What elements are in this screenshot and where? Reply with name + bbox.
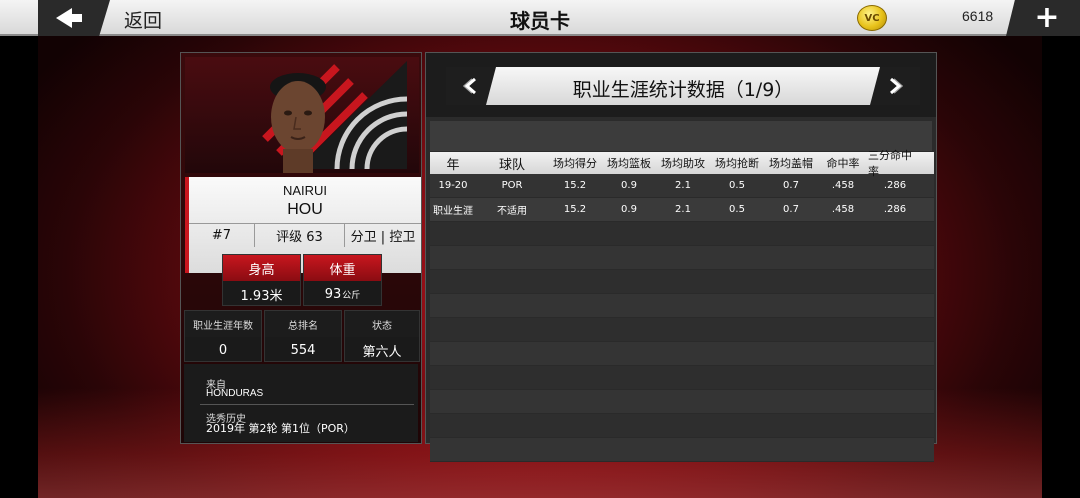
cell-fg-pct: .458 <box>831 180 855 191</box>
cell-3p-pct: .286 <box>883 180 907 191</box>
career-years-value: 0 <box>218 342 228 358</box>
empty-row <box>430 318 934 342</box>
col-fg-pct: 命中率 <box>826 157 860 170</box>
col-year: 年 <box>446 157 460 173</box>
player-portrait <box>185 57 419 173</box>
table-row: 19-20 POR 15.2 0.9 2.1 0.5 0.7 .458 .286 <box>430 174 934 198</box>
height-label: 身高 <box>223 255 300 281</box>
col-spg: 场均抢断 <box>715 157 759 170</box>
cell-bpg: 0.7 <box>783 180 799 191</box>
player-rating: 评级 63 <box>255 224 345 247</box>
vc-coin-icon: VC <box>857 5 887 31</box>
chevron-left-icon <box>462 77 476 95</box>
col-ppg: 场均得分 <box>553 157 597 170</box>
stats-title-bar: 职业生涯统计数据（1/9） <box>446 67 920 105</box>
status-value: 第六人 <box>362 344 402 360</box>
cell-team: 不适用 <box>497 206 527 217</box>
currency-amount: 6618 <box>962 8 994 24</box>
origin-value: HONDURAS <box>206 388 264 399</box>
empty-row <box>430 270 934 294</box>
cell-year: 职业生涯 <box>433 206 473 217</box>
stats-header: 职业生涯统计数据（1/9） <box>426 53 936 117</box>
cell-fg-pct: .458 <box>831 204 855 215</box>
weight-box: 体重 93 公斤 <box>303 254 382 306</box>
cell-year: 19-20 <box>438 180 468 191</box>
player-headshot <box>270 73 326 173</box>
page-title: 球员卡 <box>510 9 570 33</box>
overall-rank-value: 554 <box>290 342 316 358</box>
stats-table-header: 年 球队 场均得分 场均篮板 场均助攻 场均抢断 场均盖帽 命中率 三分命中率 <box>430 149 934 178</box>
player-info-row: #7 评级 63 分卫 | 控卫 <box>189 223 421 247</box>
cell-ppg: 15.2 <box>563 180 587 191</box>
col-3p-pct: 三分命中率 <box>868 149 912 178</box>
weight-unit: 公斤 <box>342 290 361 301</box>
stats-subbar <box>430 121 932 151</box>
draft-value: 2019年 第2轮 第1位（POR） <box>206 422 355 435</box>
status-label: 状态 <box>345 311 419 337</box>
top-bar: 返回 球员卡 VC 6618 + <box>0 0 1080 36</box>
table-row: 职业生涯 不适用 15.2 0.9 2.1 0.5 0.7 .458 .286 <box>430 198 934 222</box>
overall-rank-label: 总排名 <box>265 311 341 337</box>
weight-value: 93 公斤 <box>304 283 381 305</box>
empty-row <box>430 294 934 318</box>
status-box: 状态 第六人 <box>344 310 420 362</box>
player-last-name: HOU <box>287 201 323 218</box>
empty-row <box>430 438 934 462</box>
player-position: 分卫 | 控卫 <box>350 230 416 245</box>
empty-row <box>430 414 934 438</box>
cell-spg: 0.5 <box>729 204 745 215</box>
weight-number: 93 <box>324 286 342 302</box>
player-first-name: NAIRUI <box>282 183 328 198</box>
career-years-box: 职业生涯年数 0 <box>184 310 262 362</box>
cell-apg: 2.1 <box>675 180 691 191</box>
col-team: 球队 <box>498 157 525 173</box>
right-edge <box>1042 36 1080 498</box>
left-edge <box>0 36 38 498</box>
col-apg: 场均助攻 <box>661 157 705 170</box>
divider <box>200 404 414 405</box>
cell-team: POR <box>501 180 523 191</box>
empty-row <box>430 222 934 246</box>
col-rpg: 场均篮板 <box>607 157 651 170</box>
cell-rpg: 0.9 <box>621 204 637 215</box>
player-number: #7 <box>189 224 255 247</box>
empty-row <box>430 342 934 366</box>
weight-label: 体重 <box>304 255 381 281</box>
cell-bpg: 0.7 <box>783 204 799 215</box>
stats-title: 职业生涯统计数据（1/9） <box>572 79 794 101</box>
cell-3p-pct: .286 <box>883 204 907 215</box>
cell-spg: 0.5 <box>729 180 745 191</box>
cell-rpg: 0.9 <box>621 180 637 191</box>
cell-ppg: 15.2 <box>563 204 587 215</box>
stats-table: 年 球队 场均得分 场均篮板 场均助攻 场均抢断 场均盖帽 命中率 三分命中率 … <box>430 149 934 462</box>
next-page-button[interactable] <box>870 67 920 105</box>
empty-row <box>430 246 934 270</box>
cell-apg: 2.1 <box>675 204 691 215</box>
height-value: 1.93米 <box>240 288 283 304</box>
empty-row <box>430 366 934 390</box>
origin-draft-box: 来自 HONDURAS 选秀历史 2019年 第2轮 第1位（POR） <box>184 364 418 442</box>
empty-row <box>430 390 934 414</box>
height-box: 身高 1.93米 <box>222 254 301 306</box>
overall-rank-box: 总排名 554 <box>264 310 342 362</box>
career-years-label: 职业生涯年数 <box>185 311 261 337</box>
plus-icon: + <box>1034 0 1060 35</box>
add-currency-button[interactable]: + <box>1006 0 1080 36</box>
career-stats-panel: 职业生涯统计数据（1/9） 年 球队 场均得分 场均篮板 场均助攻 场均抢断 场… <box>425 52 937 462</box>
col-bpg: 场均盖帽 <box>769 157 813 170</box>
chevron-right-icon <box>890 77 904 95</box>
